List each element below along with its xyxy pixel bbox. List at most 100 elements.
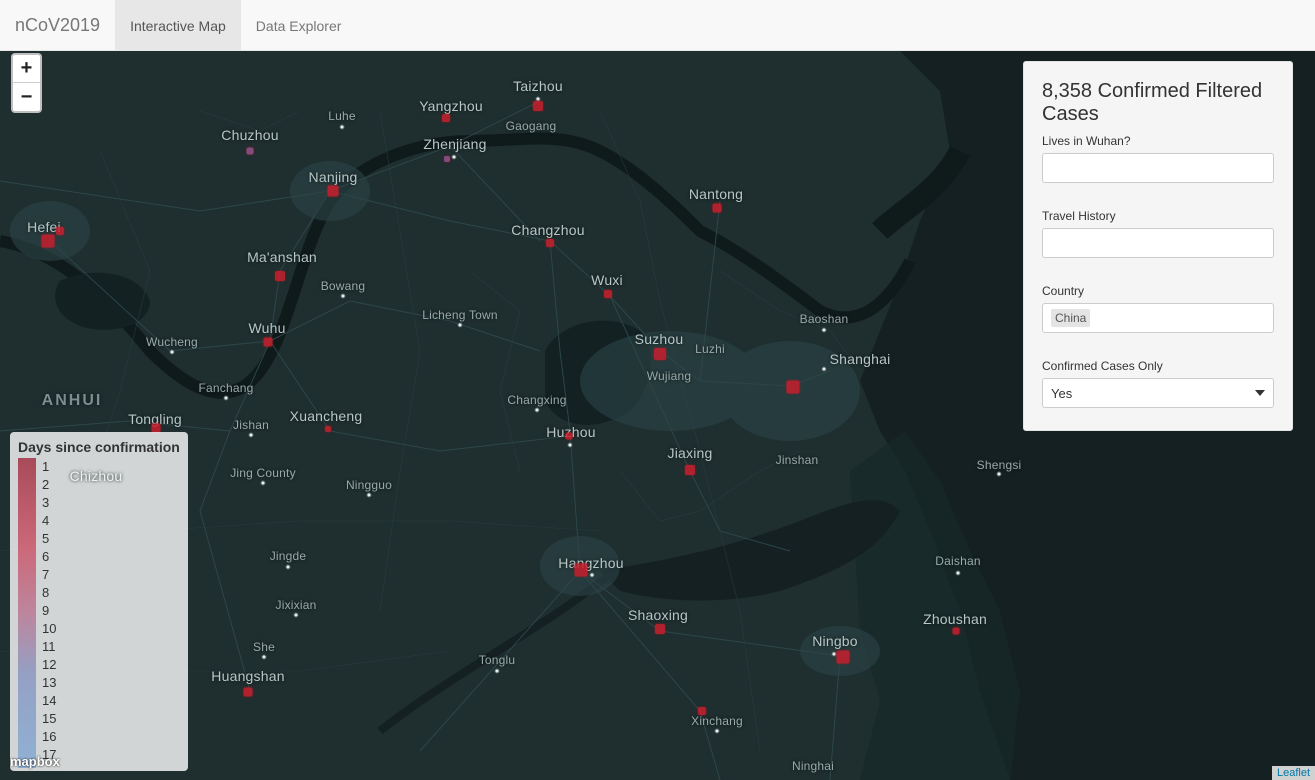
city-dot — [457, 322, 463, 328]
city-label-xinchang: Xinchang — [691, 714, 743, 728]
legend-label: 12 — [42, 657, 57, 672]
legend-label: 5 — [42, 531, 50, 546]
city-label-zhoushan: Zhoushan — [923, 611, 987, 627]
legend-color-ramp — [18, 458, 36, 768]
city-label-wujiang: Wujiang — [646, 369, 692, 383]
confirmed-only-value: Yes — [1051, 385, 1073, 401]
city-label-daishan: Daishan — [935, 554, 981, 568]
case-marker[interactable] — [263, 337, 273, 347]
case-marker[interactable] — [243, 687, 253, 697]
case-marker[interactable] — [41, 234, 55, 248]
city-label-baoshan: Baoshan — [799, 312, 849, 326]
case-marker[interactable] — [533, 101, 543, 111]
city-label-shanghai: Shanghai — [829, 351, 891, 367]
city-label-shaoxing: Shaoxing — [628, 607, 688, 623]
city-label-jingde: Jingde — [269, 549, 307, 563]
city-label-licheng: Licheng Town — [422, 308, 498, 322]
city-label-wuhu: Wuhu — [248, 320, 286, 336]
case-marker[interactable] — [546, 239, 554, 247]
case-marker[interactable] — [685, 465, 695, 475]
country-input[interactable]: China — [1042, 303, 1274, 333]
legend-label: 3 — [42, 495, 50, 510]
case-marker[interactable] — [246, 147, 254, 155]
case-marker[interactable] — [786, 380, 800, 394]
legend-label: 16 — [42, 729, 57, 744]
legend-label: 14 — [42, 693, 57, 708]
case-marker[interactable] — [325, 426, 331, 432]
city-label-nanjing: Nanjing — [308, 169, 358, 185]
lives-in-wuhan-label: Lives in Wuhan? — [1042, 134, 1131, 148]
city-label-jinshan: Jinshan — [775, 453, 819, 467]
zoom-in-button[interactable]: + — [13, 55, 40, 83]
city-label-maanshan: Ma'anshan — [247, 249, 317, 265]
confirmed-only-select[interactable]: Yes — [1042, 378, 1274, 408]
city-label-jiaxing: Jiaxing — [667, 445, 713, 461]
navbar: nCoV2019 Interactive Map Data Explorer — [0, 0, 1315, 51]
case-marker[interactable] — [565, 432, 573, 440]
city-label-wucheng: Wucheng — [146, 335, 198, 349]
case-marker[interactable] — [604, 290, 612, 298]
city-dot — [589, 572, 595, 578]
mapbox-logo[interactable]: mapbox — [10, 754, 60, 769]
case-marker[interactable] — [327, 185, 339, 197]
city-dot — [494, 668, 500, 674]
city-label-ninghai: Ninghai — [791, 759, 835, 773]
legend-label: 1 — [42, 459, 50, 474]
city-label-zhenjiang: Zhenjiang — [423, 136, 487, 152]
city-label-changxing: Changxing — [507, 393, 567, 407]
lives-in-wuhan-input[interactable] — [1042, 153, 1274, 183]
case-marker[interactable] — [712, 203, 722, 213]
city-label-hangzhou: Hangzhou — [558, 555, 624, 571]
province-label-anhui: ANHUI — [41, 392, 103, 409]
case-marker[interactable] — [698, 707, 706, 715]
case-marker[interactable] — [442, 114, 450, 122]
city-dot — [340, 293, 346, 299]
city-label-fanchang: Fanchang — [198, 381, 254, 395]
city-dot — [285, 564, 291, 570]
case-marker[interactable] — [952, 627, 960, 635]
city-label-luhe: Luhe — [328, 109, 356, 123]
city-label-bowang: Bowang — [320, 279, 366, 293]
city-dot — [821, 327, 827, 333]
tab-interactive-map[interactable]: Interactive Map — [115, 0, 241, 51]
city-dot — [366, 492, 372, 498]
case-marker[interactable] — [655, 624, 665, 634]
tab-data-explorer[interactable]: Data Explorer — [241, 0, 357, 51]
city-dot — [223, 395, 229, 401]
city-label-ningbo: Ningbo — [812, 633, 858, 649]
city-label-suzhou: Suzhou — [634, 331, 684, 347]
case-marker[interactable] — [56, 227, 64, 235]
legend-label: 15 — [42, 711, 57, 726]
travel-history-input[interactable] — [1042, 228, 1274, 258]
filter-panel: 8,358 Confirmed Filtered Cases Lives in … — [1023, 61, 1293, 431]
zoom-control: + − — [11, 53, 42, 113]
case-marker[interactable] — [654, 348, 666, 360]
city-dot — [955, 570, 961, 576]
city-dot — [714, 728, 720, 734]
city-dot — [567, 442, 573, 448]
city-label-chizhou: Chizhou — [69, 468, 123, 484]
country-chip[interactable]: China — [1051, 309, 1091, 327]
city-dot — [169, 349, 175, 355]
city-dot — [534, 407, 540, 413]
city-label-ningguo: Ningguo — [345, 478, 393, 492]
case-marker[interactable] — [836, 650, 850, 664]
city-label-luzhi: Luzhi — [695, 342, 725, 356]
city-label-yangzhou: Yangzhou — [419, 98, 483, 114]
legend-label: 10 — [42, 621, 57, 636]
legend-title: Days since confirmation — [18, 439, 180, 455]
brand-title[interactable]: nCoV2019 — [0, 0, 115, 51]
travel-history-label: Travel History — [1042, 209, 1116, 223]
case-marker[interactable] — [444, 156, 450, 162]
city-label-shengsi: Shengsi — [976, 458, 1022, 472]
legend-label: 4 — [42, 513, 50, 528]
zoom-out-button[interactable]: − — [13, 83, 40, 111]
city-dot — [451, 154, 457, 160]
city-dot — [261, 654, 267, 660]
case-marker[interactable] — [574, 563, 588, 577]
case-marker[interactable] — [275, 271, 285, 281]
city-dot — [996, 471, 1002, 477]
country-label: Country — [1042, 284, 1085, 298]
city-dot — [293, 612, 299, 618]
leaflet-attribution-link[interactable]: Leaflet — [1271, 766, 1315, 780]
